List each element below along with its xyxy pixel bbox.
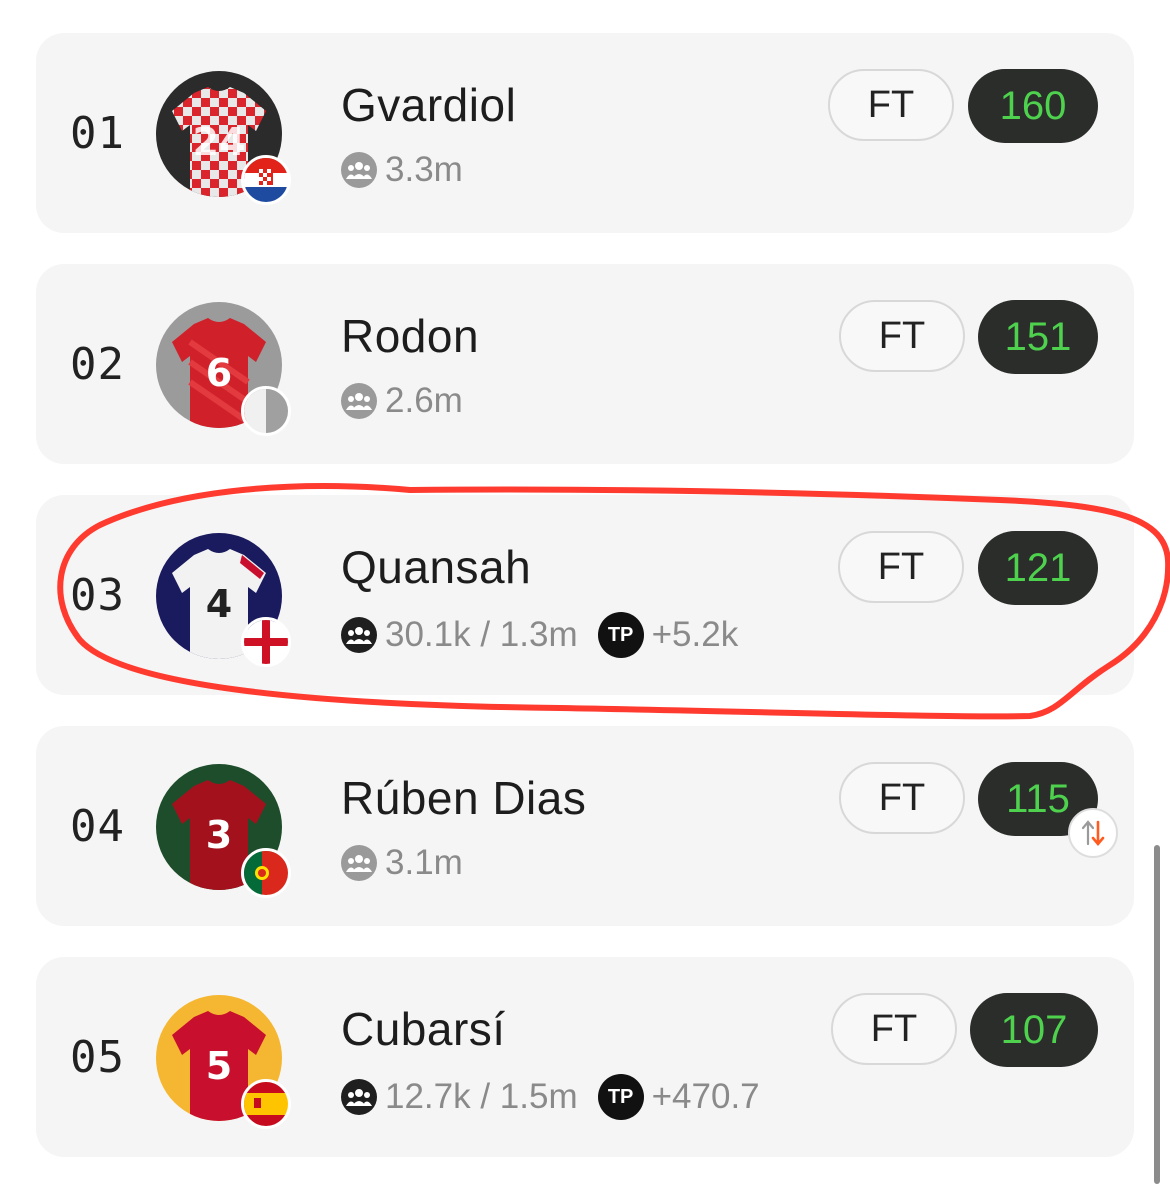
ownership-value: 12.7k / 1.5m [385,1077,578,1116]
tp-value: +470.7 [651,1077,760,1116]
rank: 01 [70,108,125,159]
people-icon [341,845,377,881]
player-name: Rodon [341,310,480,362]
ownership-value: 3.1m [385,843,463,882]
match-status-pill: FT [838,531,964,603]
match-status-pill: FT [839,762,965,834]
rank: 04 [70,801,125,852]
player-card-ruben-dias[interactable]: 04 3 Rúben Dias 3.1m FT 115 [36,726,1134,926]
player-card-cubarsi[interactable]: 05 5 Cubarsí 12.7k / 1.5m TP +470.7 FT 1… [36,957,1134,1157]
match-status-pill: FT [831,993,957,1065]
people-icon [341,1079,377,1115]
ownership-row: 3.3m [341,150,463,190]
rank: 05 [70,1032,125,1083]
england-flag-icon [241,617,291,667]
match-status-pill: FT [828,69,954,141]
ownership-row: 3.1m [341,843,463,883]
points-badge: 107 [970,993,1098,1067]
tp-badge: TP [597,612,644,658]
svg-text:24: 24 [193,120,246,164]
people-icon [341,617,377,653]
svg-text:3: 3 [206,813,232,857]
ownership-value: 3.3m [385,150,463,189]
rank: 03 [70,570,125,621]
match-status-pill: FT [839,300,965,372]
tp-value: +5.2k [651,615,739,654]
swap-arrows-icon[interactable] [1068,808,1118,858]
svg-text:6: 6 [206,351,232,395]
ownership-row: 12.7k / 1.5m TP +470.7 [341,1074,760,1120]
people-icon [341,383,377,419]
points-badge: 121 [978,531,1098,605]
ownership-value: 30.1k / 1.3m [385,615,578,654]
tp-badge: TP [597,1074,644,1120]
player-name: Cubarsí [341,1003,506,1055]
spain-flag-icon [241,1079,291,1129]
player-name: Rúben Dias [341,772,587,824]
player-name: Gvardiol [341,79,517,131]
player-card-gvardiol[interactable]: 01 24 Gvardiol 3.3m FT 160 [36,33,1134,233]
rank: 02 [70,339,125,390]
points-badge: 160 [968,69,1098,143]
player-name: Quansah [341,541,532,593]
svg-text:5: 5 [206,1044,232,1088]
player-card-rodon[interactable]: 02 6 Rodon 2.6m FT 151 [36,264,1134,464]
ownership-row: 2.6m [341,381,463,421]
portugal-flag-icon [241,848,291,898]
points-badge: 151 [978,300,1098,374]
scrollbar[interactable] [1154,845,1160,1184]
ownership-value: 2.6m [385,381,463,420]
ownership-row: 30.1k / 1.3m TP +5.2k [341,612,738,658]
people-icon [341,152,377,188]
wales-flag-icon [241,386,291,436]
svg-text:4: 4 [206,582,232,626]
player-card-quansah[interactable]: 03 4 Quansah 30.1k / 1.3m TP +5.2k FT 12… [36,495,1134,695]
croatia-flag-icon [241,155,291,205]
